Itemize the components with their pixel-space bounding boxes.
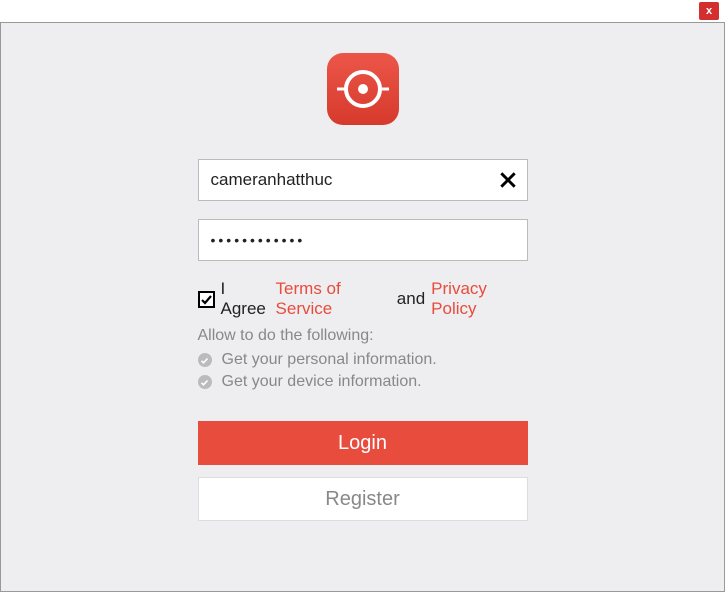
login-button[interactable]: Login <box>198 421 528 465</box>
clear-username-icon[interactable] <box>496 168 520 192</box>
username-field-wrap <box>198 159 528 201</box>
allow-title: Allow to do the following: <box>198 327 528 345</box>
agree-text-prefix: I Agree <box>221 279 270 319</box>
close-button[interactable]: x <box>699 2 719 20</box>
allow-item: Get your personal information. <box>198 351 528 369</box>
login-form: I Agree Terms of Service and Privacy Pol… <box>198 159 528 521</box>
login-window: x <box>0 0 725 592</box>
check-bullet-icon <box>198 375 212 389</box>
register-button[interactable]: Register <box>198 477 528 521</box>
terms-link[interactable]: Terms of Service <box>276 279 391 319</box>
allow-item-label: Get your personal information. <box>222 351 437 369</box>
content-area: I Agree Terms of Service and Privacy Pol… <box>0 22 725 592</box>
allow-item: Get your device information. <box>198 373 528 391</box>
agree-row: I Agree Terms of Service and Privacy Pol… <box>198 279 528 319</box>
close-icon: x <box>706 5 712 17</box>
password-field-wrap <box>198 219 528 261</box>
allow-item-label: Get your device information. <box>222 373 422 391</box>
app-logo-icon <box>327 53 399 125</box>
password-input[interactable] <box>198 219 528 261</box>
check-icon <box>200 293 213 306</box>
agree-text-join: and <box>397 289 425 309</box>
check-bullet-icon <box>198 353 212 367</box>
agree-checkbox[interactable] <box>198 291 215 308</box>
privacy-link[interactable]: Privacy Policy <box>431 279 527 319</box>
username-input[interactable] <box>198 159 528 201</box>
